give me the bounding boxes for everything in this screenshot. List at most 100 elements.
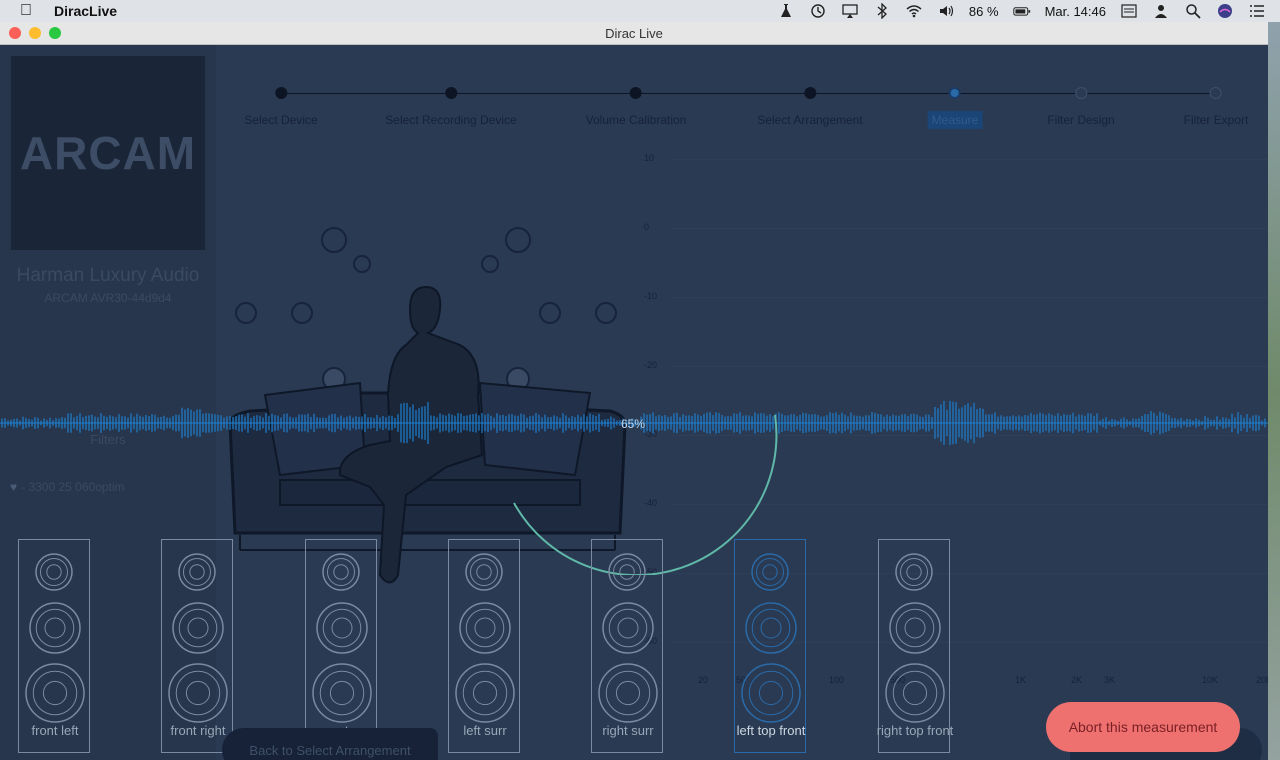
speaker-position-marker	[481, 255, 499, 273]
filter-item[interactable]: ♥ - 3300 25 060optim	[10, 480, 125, 494]
minimize-window-button[interactable]	[29, 27, 41, 39]
step-dot	[1210, 87, 1222, 99]
abort-measurement-button[interactable]: Abort this measurement	[1046, 702, 1240, 752]
speaker-card-left-surr[interactable]: left surr	[448, 539, 520, 753]
step-select-arrangement[interactable]: Select Arrangement	[753, 87, 866, 129]
wifi-icon[interactable]	[905, 3, 923, 19]
step-select-device[interactable]: Select Device	[240, 87, 321, 129]
speaker-driver-ring	[751, 608, 791, 648]
speaker-driver-ring	[35, 608, 75, 648]
step-label: Select Arrangement	[757, 113, 863, 127]
filter-item-label: - 3300 25 060optim	[21, 480, 125, 494]
speaker-card-center[interactable]: center	[305, 539, 377, 753]
notification-center-icon[interactable]	[1248, 3, 1266, 19]
user-icon[interactable]	[1152, 3, 1170, 19]
speaker-driver-ring	[465, 553, 503, 591]
step-measure[interactable]: Measure	[927, 87, 983, 129]
siri-icon[interactable]	[1216, 3, 1234, 19]
x-tick-label: 3K	[1104, 675, 1116, 685]
time-machine-icon[interactable]	[809, 3, 827, 19]
speaker-driver-ring	[470, 558, 498, 586]
speaker-driver-ring	[608, 553, 646, 591]
step-dot	[275, 87, 287, 99]
step-label: Select Recording Device	[385, 113, 517, 127]
speaker-driver-ring	[42, 680, 68, 706]
apple-icon[interactable]: 	[20, 2, 40, 20]
spotlight-search-icon[interactable]	[1184, 3, 1202, 19]
speaker-driver-ring	[745, 602, 797, 654]
speaker-position-marker	[539, 302, 561, 324]
step-filter-export[interactable]: Filter Export	[1180, 87, 1253, 129]
speaker-driver-ring	[187, 617, 209, 639]
speaker-driver-ring	[319, 670, 365, 716]
step-select-recording-device[interactable]: Select Recording Device	[381, 87, 520, 129]
airplay-icon[interactable]	[841, 3, 859, 19]
step-label: Measure	[927, 111, 983, 129]
grid-line	[670, 297, 1268, 298]
speaker-position-marker	[291, 302, 313, 324]
speaker-icon	[455, 553, 515, 723]
step-label: Select Device	[244, 113, 318, 127]
menu-clock[interactable]: Mar. 14:46	[1045, 4, 1106, 19]
speaker-name: right top front	[876, 723, 954, 738]
speaker-driver-ring	[322, 608, 362, 648]
y-tick-label: -20	[644, 360, 658, 370]
speaker-card-front-right[interactable]: front right	[161, 539, 233, 753]
bluetooth-icon[interactable]	[873, 3, 891, 19]
menu-bar:  DiracLive 86 % Mar. 14:46	[0, 0, 1280, 22]
speaker-driver-ring	[189, 564, 205, 580]
speaker-name: left top front	[736, 723, 806, 738]
speaker-driver-ring	[455, 663, 515, 723]
window-titlebar: Dirac Live	[0, 22, 1268, 45]
speaker-card-left-top-front[interactable]: left top front	[734, 539, 806, 753]
speaker-name: right surr	[602, 723, 654, 738]
x-tick-label: 20K	[1256, 675, 1268, 685]
step-filter-design[interactable]: Filter Design	[1043, 87, 1118, 129]
y-tick-label: 10	[644, 153, 655, 163]
speaker-name: front left	[31, 723, 79, 738]
step-dot	[445, 87, 457, 99]
battery-icon[interactable]	[1012, 3, 1031, 19]
app-menu-name[interactable]: DiracLive	[54, 3, 117, 19]
speaker-icon	[25, 553, 85, 723]
speaker-driver-ring	[25, 663, 85, 723]
speaker-icon	[885, 553, 945, 723]
back-to-arrangement-button: Back to Select Arrangement	[222, 728, 438, 760]
speaker-position-marker	[595, 302, 617, 324]
speaker-icon	[312, 553, 372, 723]
flask-icon[interactable]	[777, 3, 795, 19]
close-window-button[interactable]	[9, 27, 21, 39]
logo-text: ARCAM	[19, 127, 197, 179]
speaker-driver-ring	[619, 564, 635, 580]
step-volume-calibration[interactable]: Volume Calibration	[582, 87, 691, 129]
speaker-card-right-surr[interactable]: right surr	[591, 539, 663, 753]
grid-line	[670, 228, 1268, 229]
speaker-driver-ring	[312, 663, 372, 723]
volume-icon[interactable]	[937, 3, 955, 19]
speaker-driver-ring	[329, 680, 355, 706]
speaker-driver-ring	[613, 558, 641, 586]
speaker-driver-ring	[40, 558, 68, 586]
speaker-driver-ring	[751, 553, 789, 591]
speaker-driver-ring	[885, 663, 945, 723]
keyboard-viewer-icon[interactable]	[1120, 3, 1138, 19]
speaker-driver-ring	[333, 564, 349, 580]
speaker-position-marker	[321, 227, 347, 253]
speaker-name: left surr	[463, 723, 507, 738]
speaker-driver-ring	[322, 553, 360, 591]
speaker-icon	[598, 553, 658, 723]
speaker-driver-ring	[44, 617, 66, 639]
device-name: Harman Luxury Audio	[16, 265, 200, 286]
heart-icon: ♥	[10, 480, 18, 494]
grid-line	[670, 159, 1268, 160]
speaker-card-right-top-front[interactable]: right top front	[877, 539, 953, 753]
speaker-driver-ring	[172, 602, 224, 654]
battery-percent: 86 %	[968, 3, 999, 19]
speaker-icon	[741, 553, 801, 723]
measurement-progress-percent: 65%	[621, 417, 646, 431]
speaker-driver-ring	[331, 617, 353, 639]
speaker-card-front-left[interactable]: front left	[18, 539, 90, 753]
x-tick-label: 10K	[1202, 675, 1219, 685]
speaker-driver-ring	[758, 680, 784, 706]
zoom-window-button[interactable]	[49, 27, 61, 39]
